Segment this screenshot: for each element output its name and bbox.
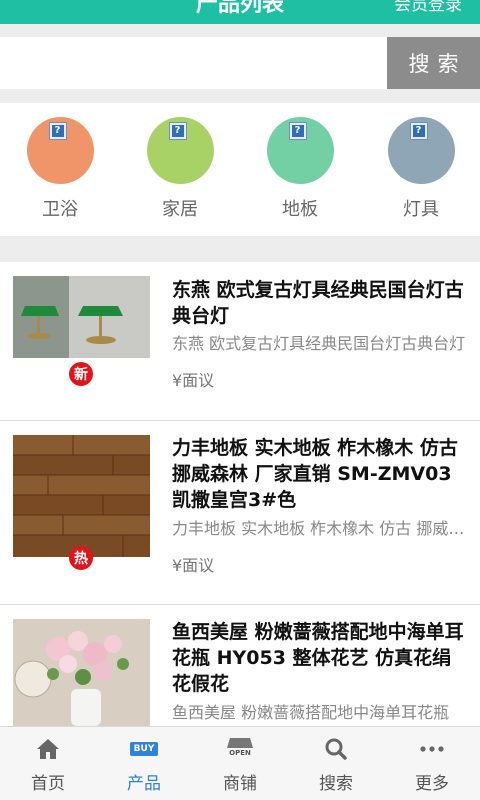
product-desc: 东燕 欧式复古灯具经典民国台灯古典台灯 xyxy=(172,334,466,353)
header-bar: 产品列表 会员登录 xyxy=(0,0,480,24)
product-price: ¥面议 xyxy=(172,556,215,575)
product-desc: 鱼西美屋 粉嫩蔷薇搭配地中海单耳花瓶 xyxy=(172,703,450,722)
search-button[interactable]: 搜索 xyxy=(387,37,480,89)
product-thumbnail xyxy=(13,619,150,726)
tab-label: 搜索 xyxy=(319,774,353,794)
tab-shop[interactable]: OPEN 商铺 xyxy=(192,727,288,800)
category-item-bathroom[interactable]: ? 卫浴 xyxy=(25,117,95,221)
divider xyxy=(0,24,480,37)
product-name: 鱼西美屋 粉嫩蔷薇搭配地中海单耳花瓶 HY053 整体花艺 仿真花绢花假花 xyxy=(172,621,464,695)
bottom-tab-bar: 首页 BUY 产品 OPEN 商铺 搜索 更多 xyxy=(0,726,480,800)
product-name: 力丰地板 实木地板 柞木橡木 仿古 挪威森林 厂家直销 SM-ZMV03 凯撒皇… xyxy=(172,437,458,511)
search-icon xyxy=(288,735,384,763)
search-input[interactable] xyxy=(0,37,386,89)
tab-home[interactable]: 首页 xyxy=(0,727,96,800)
product-item[interactable]: 鱼西美屋 粉嫩蔷薇搭配地中海单耳花瓶 HY053 整体花艺 仿真花绢花假花 鱼西… xyxy=(0,605,480,726)
image-placeholder-icon: ? xyxy=(168,122,187,140)
product-name: 东燕 欧式复古灯具经典民国台灯古典台灯 xyxy=(172,279,464,327)
buy-icon: BUY xyxy=(96,735,192,763)
image-placeholder-icon: ? xyxy=(409,122,428,140)
divider xyxy=(0,89,480,103)
tab-search[interactable]: 搜索 xyxy=(288,727,384,800)
new-badge: 新 xyxy=(69,362,93,386)
product-item[interactable]: 热 力丰地板 实木地板 柞木橡木 仿古 挪威森林 厂家直销 SM-ZMV03 凯… xyxy=(0,421,480,605)
product-desc: 力丰地板 实木地板 柞木橡木 仿古 挪威森林 厂家直销 xyxy=(172,519,468,538)
category-item-floor[interactable]: ? 地板 xyxy=(265,117,335,221)
search-bar: 搜索 xyxy=(0,37,480,89)
tab-products[interactable]: BUY 产品 xyxy=(96,727,192,800)
category-icon: ? xyxy=(266,117,334,184)
divider xyxy=(0,236,480,262)
category-icon: ? xyxy=(26,117,94,184)
product-item[interactable]: 新 东燕 欧式复古灯具经典民国台灯古典台灯 东燕 欧式复古灯具经典民国台灯古典台… xyxy=(0,262,480,421)
category-icon: ? xyxy=(387,117,455,184)
category-label: 灯具 xyxy=(403,199,439,220)
tab-label: 首页 xyxy=(31,774,65,794)
tab-more[interactable]: 更多 xyxy=(384,727,480,800)
more-icon xyxy=(384,735,480,763)
home-icon xyxy=(0,735,96,763)
tab-label: 商铺 xyxy=(223,774,257,794)
category-label: 卫浴 xyxy=(42,199,78,220)
category-icon: ? xyxy=(146,117,214,184)
category-label: 家居 xyxy=(162,199,198,220)
image-placeholder-icon: ? xyxy=(48,122,67,140)
category-grid: ? 卫浴 ? 家居 ? 地板 ? 灯具 xyxy=(0,103,480,236)
category-label: 地板 xyxy=(282,199,318,220)
shop-icon: OPEN xyxy=(192,735,288,763)
member-login-link[interactable]: 会员登录 xyxy=(394,0,462,15)
product-thumbnail xyxy=(13,435,150,557)
product-price: ¥面议 xyxy=(172,371,215,390)
hot-badge: 热 xyxy=(69,546,93,570)
tab-label: 更多 xyxy=(415,774,449,794)
category-item-lamps[interactable]: ? 灯具 xyxy=(386,117,456,221)
category-item-home[interactable]: ? 家居 xyxy=(145,117,215,221)
tab-label: 产品 xyxy=(127,774,161,794)
image-placeholder-icon: ? xyxy=(288,122,307,140)
